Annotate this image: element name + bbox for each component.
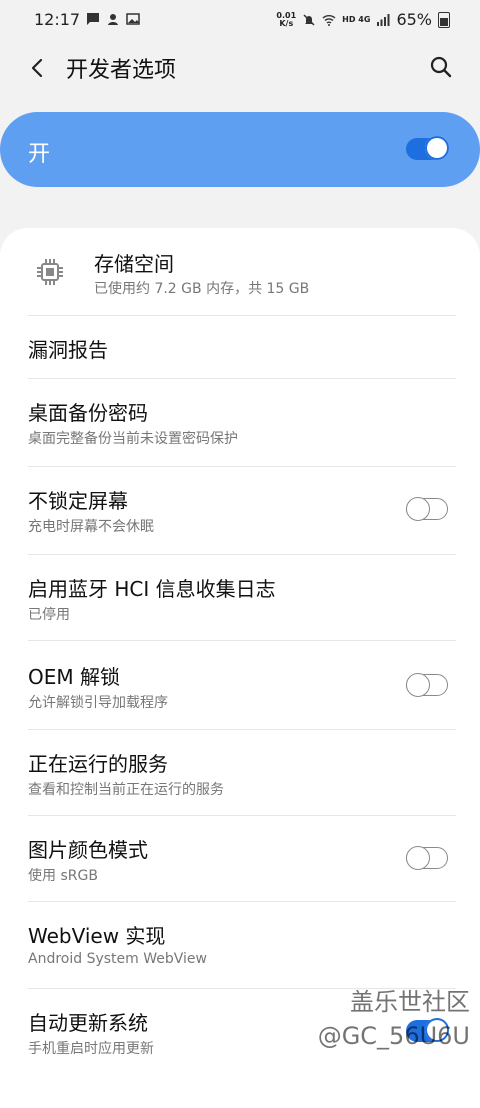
list-item-webview-implementation[interactable]: WebView 实现 Android System WebView xyxy=(0,902,480,988)
list-item-picture-color-mode[interactable]: 图片颜色模式 使用 sRGB xyxy=(0,816,480,902)
item-title: OEM 解锁 xyxy=(28,665,120,689)
search-icon[interactable] xyxy=(426,52,456,82)
status-time: 12:17 xyxy=(34,10,81,29)
net-speed: 0.01 K/s xyxy=(276,11,296,28)
settings-list: 存储空间 已使用约 7.2 GB 内存，共 15 GB 漏洞报告 桌面备份密码 … xyxy=(0,228,480,1108)
toggle-thumb xyxy=(425,136,449,160)
item-title: 存储空间 xyxy=(94,252,174,276)
back-arrow-icon[interactable] xyxy=(24,54,52,82)
watermark-line1: 盖乐世社区 xyxy=(350,988,470,1016)
battery-icon xyxy=(438,11,450,28)
toggle-thumb xyxy=(406,673,430,697)
item-subtitle: 使用 sRGB xyxy=(28,868,98,884)
item-subtitle: 查看和控制当前正在运行的服务 xyxy=(28,782,224,798)
app-header: 开发者选项 xyxy=(0,40,480,96)
status-bar: 12:17 0.01 K/s HD 4G 65% xyxy=(0,0,480,40)
battery-percent: 65% xyxy=(396,10,432,29)
chip-icon xyxy=(37,259,63,285)
item-title: WebView 实现 xyxy=(28,924,166,948)
net-speed-unit: K/s xyxy=(279,18,294,28)
watermark-line2: @GC_56U6U xyxy=(317,1022,470,1050)
mute-icon xyxy=(303,13,315,26)
page-title: 开发者选项 xyxy=(66,58,177,83)
list-item-oem-unlock[interactable]: OEM 解锁 允许解锁引导加载程序 xyxy=(0,641,480,729)
stay-awake-toggle[interactable] xyxy=(406,497,448,521)
list-item-bug-report[interactable]: 漏洞报告 xyxy=(0,316,480,378)
item-title: 桌面备份密码 xyxy=(28,401,148,425)
watermark: 盖乐世社区 @GC_56U6U xyxy=(318,985,470,1053)
item-title: 启用蓝牙 HCI 信息收集日志 xyxy=(28,577,276,601)
status-right: 0.01 K/s HD 4G 65% xyxy=(276,10,450,29)
image-icon xyxy=(126,13,140,25)
item-subtitle: 充电时屏幕不会休眠 xyxy=(28,519,154,535)
list-item-stay-awake[interactable]: 不锁定屏幕 充电时屏幕不会休眠 xyxy=(0,467,480,553)
app-notification-icon xyxy=(108,14,118,25)
network-type: HD 4G xyxy=(342,15,371,24)
item-subtitle: 已使用约 7.2 GB 内存，共 15 GB xyxy=(94,281,310,297)
oem-unlock-toggle[interactable] xyxy=(406,673,448,697)
item-subtitle: 桌面完整备份当前未设置密码保护 xyxy=(28,431,238,447)
item-subtitle: Android System WebView xyxy=(28,951,207,967)
wifi-icon xyxy=(322,14,336,26)
notification-icons xyxy=(86,12,140,26)
list-item-desktop-backup-password[interactable]: 桌面备份密码 桌面完整备份当前未设置密码保护 xyxy=(0,379,480,465)
toggle-thumb xyxy=(406,497,430,521)
item-title: 不锁定屏幕 xyxy=(28,489,128,513)
list-item-running-services[interactable]: 正在运行的服务 查看和控制当前正在运行的服务 xyxy=(0,730,480,816)
picture-color-mode-toggle[interactable] xyxy=(406,846,448,870)
item-title: 正在运行的服务 xyxy=(28,752,168,776)
item-title: 自动更新系统 xyxy=(28,1011,148,1035)
message-icon xyxy=(87,13,99,25)
list-item-storage[interactable]: 存储空间 已使用约 7.2 GB 内存，共 15 GB xyxy=(0,228,480,316)
master-switch-label: 开 xyxy=(28,142,51,167)
toggle-thumb xyxy=(406,846,430,870)
item-title: 图片颜色模式 xyxy=(28,838,148,862)
item-title: 漏洞报告 xyxy=(28,338,108,362)
master-toggle[interactable] xyxy=(406,136,449,161)
list-item-bluetooth-hci-log[interactable]: 启用蓝牙 HCI 信息收集日志 已停用 xyxy=(0,555,480,641)
item-subtitle: 允许解锁引导加载程序 xyxy=(28,695,168,711)
signal-icon xyxy=(377,13,390,26)
item-subtitle: 手机重启时应用更新 xyxy=(28,1041,154,1057)
developer-options-master-switch[interactable]: 开 xyxy=(0,112,480,187)
item-subtitle: 已停用 xyxy=(28,607,70,623)
